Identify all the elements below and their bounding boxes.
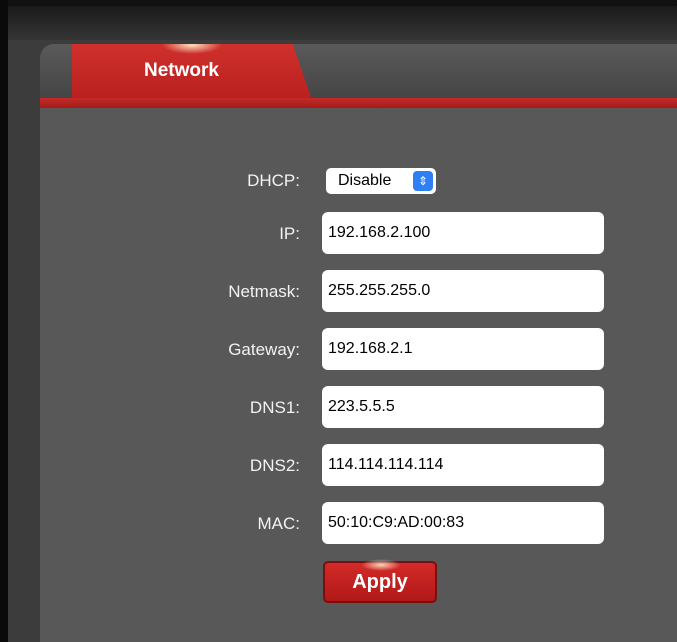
dns1-label: DNS1: [249,398,300,417]
mac-field[interactable] [322,502,604,544]
tab-network-label: Network [144,60,219,81]
dhcp-label: DHCP: [247,171,300,190]
dns2-field[interactable] [322,444,604,486]
gateway-label: Gateway: [228,340,300,359]
dhcp-select[interactable]: Disable ⇕ [326,168,436,194]
dns1-field[interactable] [322,386,604,428]
window-left-edge [0,0,8,642]
dhcp-select-value: Disable [338,172,392,189]
tab-underline-bar [40,98,677,108]
netmask-field[interactable] [322,270,604,312]
gateway-field[interactable] [322,328,604,370]
apply-button[interactable]: Apply [323,559,437,603]
netmask-label: Netmask: [228,282,300,301]
dns2-label: DNS2: [249,456,300,475]
updown-chevron-icon: ⇕ [413,171,433,191]
ip-label: IP: [279,224,300,243]
app-window: Network DHCP: Disable ⇕ IP: Netmask: Gat… [0,0,677,642]
ip-field[interactable] [322,212,604,254]
mac-label: MAC: [257,514,301,533]
